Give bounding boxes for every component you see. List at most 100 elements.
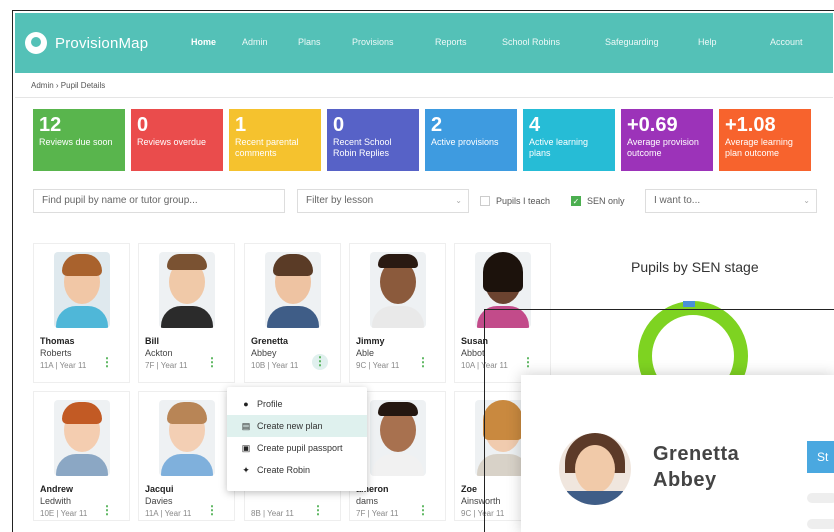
more-options-icon[interactable]: ⋮ bbox=[101, 504, 113, 516]
sen-only-checkbox[interactable]: ✓ bbox=[571, 196, 581, 206]
nav-admin[interactable]: Admin bbox=[242, 37, 268, 47]
placeholder-bar bbox=[807, 519, 834, 529]
pupil-card[interactable]: Jacqui Davies 11A | Year 11 ⋮ bbox=[138, 391, 235, 521]
more-options-icon[interactable]: ⋮ bbox=[206, 356, 218, 368]
pupil-search-input[interactable]: Find pupil by name or tutor group... bbox=[33, 189, 285, 213]
pupil-last-name: Davies bbox=[145, 496, 173, 506]
tile-active-provisions[interactable]: 2 Active provisions bbox=[425, 109, 517, 171]
document-icon: ▤ bbox=[241, 421, 251, 431]
tile-number: 0 bbox=[333, 114, 345, 136]
i-want-to-placeholder: I want to... bbox=[654, 195, 701, 206]
nav-safeguarding[interactable]: Safeguarding bbox=[605, 37, 659, 47]
chevron-down-icon: ⌄ bbox=[455, 196, 462, 205]
pupil-first-name: Thomas bbox=[40, 336, 75, 346]
pupil-last-name: Ackton bbox=[145, 348, 173, 358]
tile-learning-plans[interactable]: 4 Active learning plans bbox=[523, 109, 615, 171]
pupil-last-name: Abbey bbox=[251, 348, 277, 358]
pupil-photo bbox=[159, 252, 215, 328]
tile-reviews-due[interactable]: 12 Reviews due soon bbox=[33, 109, 125, 171]
sen-donut-segment[interactable] bbox=[683, 301, 695, 307]
i-want-to-select[interactable]: I want to... ⌄ bbox=[645, 189, 817, 213]
tile-learning-plan-outcome[interactable]: +1.08 Average learning plan outcome bbox=[719, 109, 811, 171]
tile-label: Reviews due soon bbox=[39, 137, 113, 147]
pupil-profile-last-name: Abbey bbox=[653, 469, 717, 491]
more-options-icon[interactable]: ⋮ bbox=[417, 504, 429, 516]
nav-provisions[interactable]: Provisions bbox=[352, 37, 394, 47]
pupil-first-name: Grenetta bbox=[251, 336, 289, 346]
pupil-meta: 8B | Year 11 bbox=[251, 509, 294, 518]
app-window: ProvisionMap Home Admin Plans Provisions… bbox=[12, 10, 834, 532]
tile-reviews-overdue[interactable]: 0 Reviews overdue bbox=[131, 109, 223, 171]
nav-help[interactable]: Help bbox=[698, 37, 717, 47]
menu-item-label: Create new plan bbox=[257, 421, 323, 431]
more-options-icon[interactable]: ⋮ bbox=[312, 354, 328, 370]
tile-label: Active learning plans bbox=[529, 137, 589, 158]
robin-icon: ✦ bbox=[242, 465, 250, 475]
placeholder-bar bbox=[807, 493, 834, 503]
pupil-meta: 10B | Year 11 bbox=[251, 361, 299, 370]
pupil-card[interactable]: Bill Ackton 7F | Year 11 ⋮ bbox=[138, 243, 235, 383]
pupil-card[interactable]: Thomas Roberts 11A | Year 11 ⋮ bbox=[33, 243, 130, 383]
tile-label: Average provision outcome bbox=[627, 137, 699, 158]
more-options-icon[interactable]: ⋮ bbox=[101, 356, 113, 368]
more-options-icon[interactable]: ⋮ bbox=[417, 356, 429, 368]
tile-label: Recent parental comments bbox=[235, 137, 299, 158]
pupil-first-name: Jacqui bbox=[145, 484, 174, 494]
passport-icon: ▣ bbox=[241, 443, 251, 453]
menu-item-create-robin[interactable]: ✦ Create Robin bbox=[227, 459, 367, 481]
menu-item-create-new-plan[interactable]: ▤ Create new plan bbox=[227, 415, 367, 437]
pupil-photo bbox=[265, 252, 321, 328]
tile-number: 1 bbox=[235, 114, 247, 136]
profile-action-button[interactable]: St bbox=[807, 441, 834, 473]
pupil-meta: 9C | Year 11 bbox=[356, 361, 400, 370]
pupil-photo bbox=[370, 252, 426, 328]
person-icon: ● bbox=[243, 399, 249, 409]
pupil-last-name: dams bbox=[356, 496, 379, 506]
pupil-card[interactable]: Andrew Ledwith 10E | Year 11 ⋮ bbox=[33, 391, 130, 521]
tile-provision-outcome[interactable]: +0.69 Average provision outcome bbox=[621, 109, 713, 171]
pupil-meta: 10E | Year 11 bbox=[40, 509, 88, 518]
nav-home[interactable]: Home bbox=[191, 37, 216, 47]
pupil-card[interactable]: Jimmy Able 9C | Year 11 ⋮ bbox=[349, 243, 446, 383]
pupil-context-menu: ● Profile ▤ Create new plan ▣ Create pupil … bbox=[227, 387, 367, 491]
main-nav: Home Admin Plans Provisions Reports Scho… bbox=[15, 13, 833, 73]
pupil-profile-first-name: Grenetta bbox=[653, 443, 740, 465]
menu-item-label: Create pupil passport bbox=[257, 443, 343, 453]
nav-reports[interactable]: Reports bbox=[435, 37, 467, 47]
tile-robin-replies[interactable]: 0 Recent School Robin Replies bbox=[327, 109, 419, 171]
sen-chart-title: Pupils by SEN stage bbox=[631, 259, 759, 275]
pupil-meta: 7F | Year 11 bbox=[145, 361, 188, 370]
menu-item-profile[interactable]: ● Profile bbox=[227, 393, 367, 415]
more-options-icon[interactable]: ⋮ bbox=[206, 504, 218, 516]
tile-label: Recent School Robin Replies bbox=[333, 137, 392, 158]
pupil-profile-panel: Grenetta Abbey St bbox=[521, 375, 834, 532]
pupil-first-name: Andrew bbox=[40, 484, 74, 494]
tile-number: 2 bbox=[431, 114, 443, 136]
tile-label: Average learning plan outcome bbox=[725, 137, 793, 158]
menu-item-label: Profile bbox=[257, 399, 283, 409]
nav-account[interactable]: Account bbox=[770, 37, 803, 47]
pupil-avatar bbox=[559, 433, 631, 505]
pupil-first-name: Bill bbox=[145, 336, 160, 346]
pupil-first-name: Zoe bbox=[461, 484, 478, 494]
chevron-down-icon: ⌄ bbox=[803, 196, 810, 205]
tile-number: 0 bbox=[137, 114, 149, 136]
pupil-last-name: Abbot bbox=[461, 348, 485, 358]
pupils-i-teach-checkbox[interactable] bbox=[480, 196, 490, 206]
pupil-photo bbox=[370, 400, 426, 476]
pupil-first-name: Jimmy bbox=[356, 336, 385, 346]
tile-label: Reviews overdue bbox=[137, 137, 207, 147]
lesson-filter-select[interactable]: Filter by lesson ⌄ bbox=[297, 189, 469, 213]
tile-number: 4 bbox=[529, 114, 541, 136]
nav-school-robins[interactable]: School Robins bbox=[502, 37, 560, 47]
nav-plans[interactable]: Plans bbox=[298, 37, 321, 47]
breadcrumb[interactable]: Admin › Pupil Details bbox=[31, 81, 105, 90]
more-options-icon[interactable]: ⋮ bbox=[312, 504, 324, 516]
menu-item-create-pupil-passport[interactable]: ▣ Create pupil passport bbox=[227, 437, 367, 459]
tile-parental-comments[interactable]: 1 Recent parental comments bbox=[229, 109, 321, 171]
pupil-last-name: Ledwith bbox=[40, 496, 72, 506]
pupil-profile-name: Grenetta Abbey bbox=[653, 441, 739, 493]
tile-number: +0.69 bbox=[627, 114, 678, 136]
pupil-card[interactable]: Grenetta Abbey 10B | Year 11 ⋮ bbox=[244, 243, 341, 383]
divider bbox=[15, 97, 833, 98]
